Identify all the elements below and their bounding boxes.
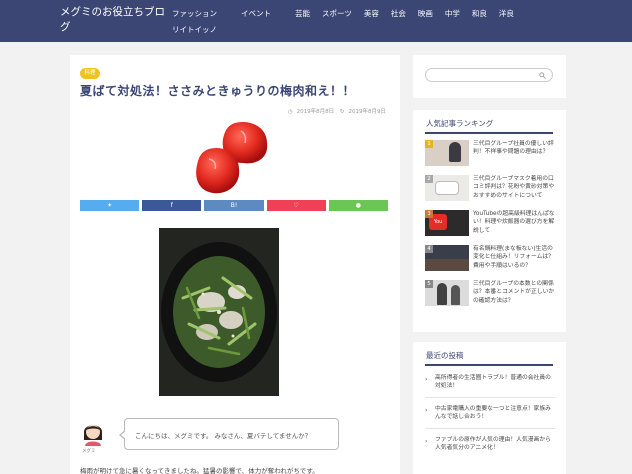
rank-number: 3 (425, 210, 433, 218)
speech-bubble: こんにちは、メグミです。 みなさん、夏バテしてませんか？ (119, 418, 339, 450)
line-icon: ● (355, 202, 362, 209)
nav-item-movie[interactable]: 映画 (418, 6, 433, 22)
ranking-item[interactable]: 5 三代目グループの本数との関係は？本番とコメントが正しいかの確認方法は？ (425, 280, 557, 314)
nav-item-fashion[interactable]: ファッション (172, 6, 217, 22)
hatena-share-button[interactable]: B! (204, 200, 264, 211)
category-badge[interactable]: 料理 (80, 68, 100, 79)
nav-item-recipe[interactable]: リイトイッノ (172, 22, 217, 38)
article-title: 夏ばて対処法！ささみときゅうりの梅肉和え！！ (80, 84, 356, 98)
recent-post-text: ファブルの原作が人気の理由！人気漫画から人気者気分のアニメ化！ (435, 437, 551, 452)
rank-number: 5 (425, 280, 433, 288)
update-icon: ↻ (339, 109, 345, 115)
ranking-text: YouTubeの超高級料理はんぱない！料理や炊飯器の選び方を解説して (473, 211, 555, 234)
site-header: メグミのお役立ちブログ ファッション イベント 芸能 スポーツ 美容 社会 映画… (0, 0, 632, 42)
rank-number: 1 (425, 140, 433, 148)
divider (425, 397, 555, 398)
clock-icon: ◷ (287, 109, 293, 115)
ranking-item[interactable]: You 3 YouTubeの超高級料理はんぱない！料理や炊飯器の選び方を解説して (425, 210, 557, 244)
search-icon[interactable] (539, 72, 546, 79)
ranking-item[interactable]: 2 三代目グループマスク着用の口コミ評判は？花粉や黄砂対策やおすすめのサイトにつ… (425, 175, 557, 209)
recent-title: 最近の投稿 (426, 351, 464, 360)
nav-item-middle[interactable]: 中学 (445, 6, 460, 22)
greeting-text: こんにちは、メグミです。 みなさん、夏バテしてませんか？ (135, 432, 312, 440)
ranking-text: 有名鍋料理(まな板ない)生活の変化と仕組み！リフォームは？費用や手順はいるの？ (473, 246, 554, 269)
twitter-share-button[interactable]: ✦ (80, 200, 140, 211)
chevron-right-icon: › (425, 407, 428, 414)
ranking-text: 三代目グループの本数との関係は？本番とコメントが正しいかの確認方法は？ (473, 281, 555, 304)
rank-number: 4 (425, 245, 433, 253)
line-share-button[interactable]: ● (328, 200, 389, 211)
nav-item-western[interactable]: 洋良 (499, 6, 514, 22)
recent-post-item[interactable]: › 中古家電購入の重要な一つと注意点！家族みんなで話し合おう！ (425, 405, 555, 429)
search-input[interactable] (425, 68, 553, 82)
author-name: メグミ (82, 449, 96, 454)
dish-photo (159, 228, 279, 396)
ranking-item[interactable]: 1 三代目グループ社員の優しい評判！不祥事や問題の理由は？ (425, 140, 557, 174)
widget-divider (425, 364, 553, 366)
article-body: 梅雨が明けて急に暑くなってきましたね。猛暑の影響で、体力が奪われがちです。 (80, 467, 319, 474)
author-avatar (84, 425, 102, 446)
article-card: 料理 夏ばて対処法！ささみときゅうりの梅肉和え！！ ◷ 2019年8月8日 ↻ 20… (70, 55, 400, 474)
site-title[interactable]: メグミのお役立ちブログ (60, 5, 170, 35)
widget-divider (425, 132, 553, 134)
share-buttons: ✦ f B! ♡ ● (80, 200, 389, 211)
recent-post-text: 高所得者の生活圏トラブル！普通の会社員の対処法！ (435, 375, 551, 390)
umeboshi-image (196, 121, 268, 194)
chevron-right-icon: › (425, 376, 428, 383)
article-dates: ◷ 2019年8月8日 ↻ 2019年8月9日 (284, 107, 386, 115)
search-widget (413, 55, 566, 98)
nav-item-sports[interactable]: スポーツ (322, 6, 352, 22)
nav-item-event[interactable]: イベント (241, 6, 271, 22)
nav-item-entertainment[interactable]: 芸能 (295, 6, 310, 22)
nav-item-beauty[interactable]: 美容 (364, 6, 379, 22)
recent-posts-widget: 最近の投稿 › 高所得者の生活圏トラブル！普通の会社員の対処法！ › 中古家電購… (413, 342, 566, 474)
recent-post-item[interactable]: › 高所得者の生活圏トラブル！普通の会社員の対処法！ (425, 374, 555, 398)
rank-number: 2 (425, 175, 433, 183)
facebook-icon: f (170, 202, 173, 209)
twitter-icon: ✦ (107, 202, 113, 209)
pocket-share-button[interactable]: ♡ (266, 200, 326, 211)
ranking-text: 三代目グループ社員の優しい評判！不祥事や問題の理由は？ (473, 141, 554, 156)
published-date: 2019年8月8日 (296, 109, 335, 115)
ranking-text: 三代目グループマスク着用の口コミ評判は？花粉や黄砂対策やおすすめのサイトについて (473, 176, 555, 199)
main-nav: ファッション イベント 芸能 スポーツ 美容 社会 映画 中学 和良 洋良 リイ… (172, 6, 572, 38)
ranking-widget: 人気記事ランキング 1 三代目グループ社員の優しい評判！不祥事や問題の理由は？ … (413, 110, 566, 332)
divider (425, 428, 555, 429)
ranking-item[interactable]: 4 有名鍋料理(まな板ない)生活の変化と仕組み！リフォームは？費用や手順はいるの… (425, 245, 557, 279)
recent-post-text: 中古家電購入の重要な一つと注意点！家族みんなで話し合おう！ (435, 406, 551, 421)
chevron-right-icon: › (425, 438, 428, 445)
hatena-icon: B! (230, 202, 238, 209)
ranking-title: 人気記事ランキング (426, 119, 494, 128)
updated-date: 2019年8月9日 (348, 109, 387, 115)
recent-post-item[interactable]: › ファブルの原作が人気の理由！人気漫画から人気者気分のアニメ化！ (425, 436, 555, 460)
nav-item-society[interactable]: 社会 (391, 6, 406, 22)
pocket-icon: ♡ (293, 202, 299, 209)
facebook-share-button[interactable]: f (142, 200, 202, 211)
nav-item-japanese[interactable]: 和良 (472, 6, 487, 22)
